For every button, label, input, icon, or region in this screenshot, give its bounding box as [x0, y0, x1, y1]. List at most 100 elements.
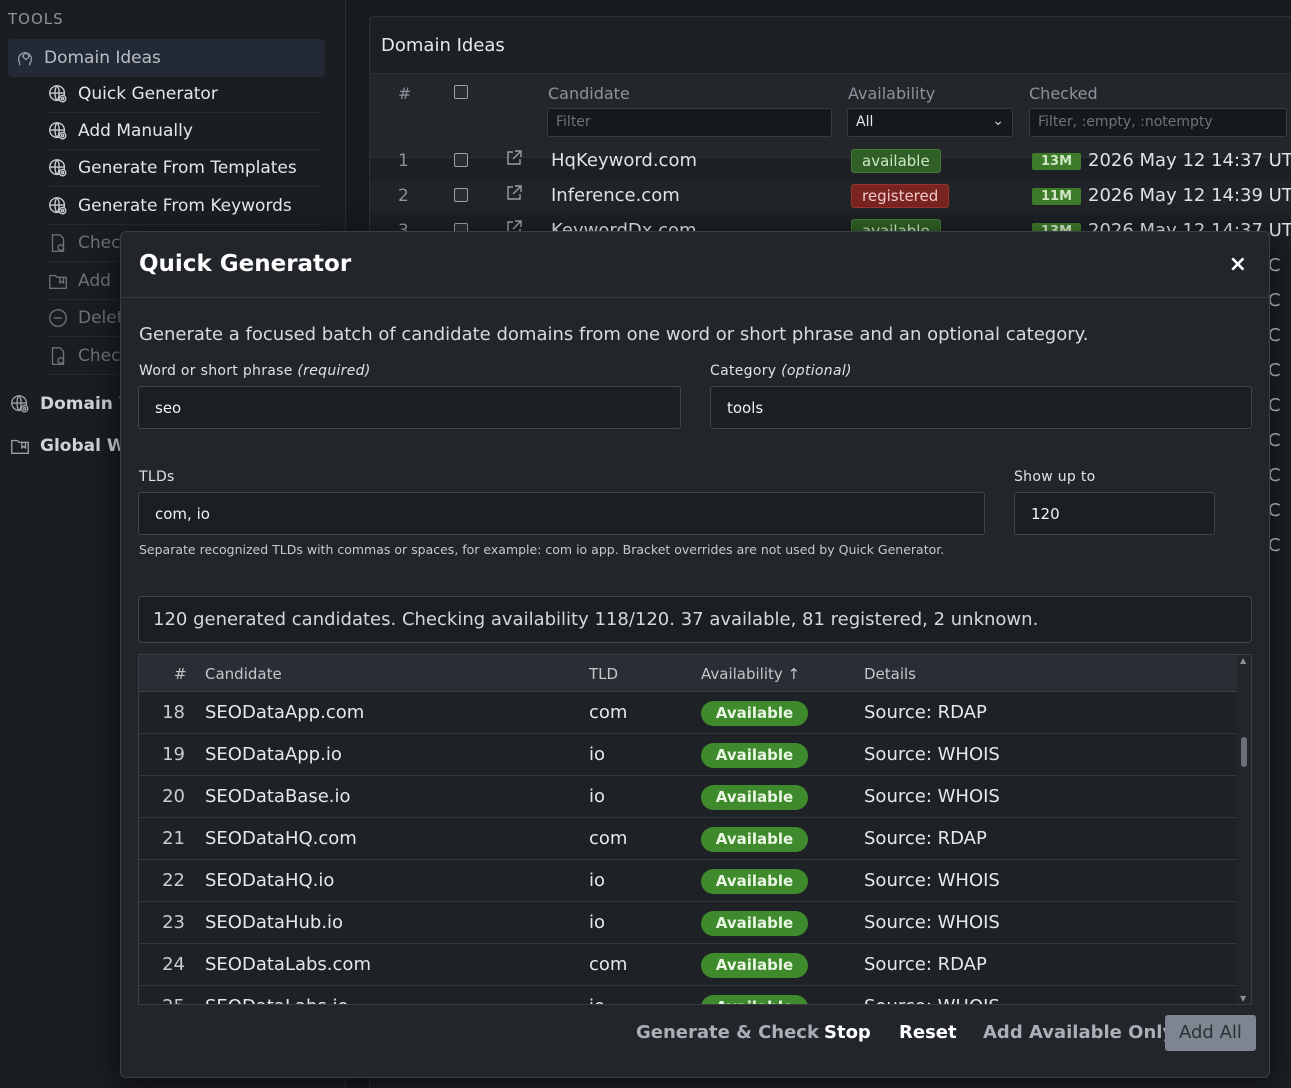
modal-title: Quick Generator — [139, 251, 352, 277]
availability-pill: Available — [701, 743, 808, 768]
availability-filter-select[interactable]: All ⌄ — [847, 108, 1013, 137]
row-details: Source: WHOIS — [864, 786, 1000, 807]
age-badge: 13M — [1032, 153, 1082, 170]
folder-bookmark-icon — [46, 269, 70, 293]
row-num: 23 — [162, 912, 185, 933]
row-domain: Inference.com — [551, 185, 680, 206]
sidebar-section-title: TOOLS — [8, 10, 64, 28]
scrollbar-thumb[interactable] — [1241, 737, 1247, 767]
row-num: 1 — [398, 151, 409, 171]
availability-pill: Available — [701, 953, 808, 978]
category-input[interactable] — [710, 386, 1252, 429]
show-up-to-label: Show up to — [1014, 469, 1096, 485]
row-tld: com — [589, 954, 628, 975]
quick-generator-modal: Quick Generator × Generate a focused bat… — [120, 231, 1270, 1078]
col-availability[interactable]: Availability ↑ — [701, 665, 800, 683]
results-table: # Candidate TLD Availability ↑ Details 1… — [138, 654, 1252, 1005]
select-all-checkbox[interactable] — [454, 85, 468, 99]
show-up-to-input[interactable] — [1014, 492, 1215, 535]
row-candidate: SEODataHub.io — [205, 912, 344, 933]
table-row[interactable]: 18 SEODataApp.com com Available Source: … — [139, 692, 1237, 734]
sidebar-item-label: Quick Generator — [78, 84, 218, 104]
table-row[interactable]: 1 HqKeyword.com available 13M 2026 May 1… — [370, 144, 1291, 179]
tlds-input[interactable] — [138, 492, 985, 535]
results-table-header: # Candidate TLD Availability ↑ Details — [139, 655, 1237, 692]
row-details: Source: RDAP — [864, 954, 987, 975]
row-candidate: SEODataBase.io — [205, 786, 351, 807]
row-num: 20 — [162, 786, 185, 807]
col-candidate[interactable]: Candidate — [548, 84, 630, 103]
table-row[interactable]: 22 SEODataHQ.io io Available Source: WHO… — [139, 860, 1237, 902]
panel-title: Domain Ideas — [381, 35, 505, 56]
table-row[interactable]: 20 SEODataBase.io io Available Source: W… — [139, 776, 1237, 818]
availability-pill: Available — [701, 701, 808, 726]
row-details: Source: RDAP — [864, 702, 987, 723]
external-link-icon[interactable] — [505, 184, 523, 202]
sidebar-group-domain-ideas[interactable]: Domain Ideas — [8, 39, 325, 77]
sidebar-group-label: Domain Ideas — [44, 48, 161, 68]
row-domain: HqKeyword.com — [551, 150, 698, 171]
stop-button[interactable]: Stop — [824, 1015, 871, 1051]
availability-pill: Available — [701, 827, 808, 852]
row-num: 24 — [162, 954, 185, 975]
sidebar-item-generate-from-templates[interactable]: Generate From Templates — [46, 150, 322, 187]
table-row[interactable]: 19 SEODataApp.io io Available Source: WH… — [139, 734, 1237, 776]
availability-pill: Available — [701, 911, 808, 936]
col-candidate[interactable]: Candidate — [205, 665, 282, 683]
col-num[interactable]: # — [174, 665, 187, 683]
row-num: 18 — [162, 702, 185, 723]
generation-status: 120 generated candidates. Checking avail… — [138, 596, 1252, 643]
sidebar-item-generate-from-keywords[interactable]: Generate From Keywords — [46, 188, 322, 225]
age-badge: 11M — [1032, 188, 1082, 205]
candidate-filter-input[interactable]: Filter — [547, 108, 832, 137]
col-num: # — [398, 84, 412, 103]
table-row[interactable]: 2 Inference.com registered 11M 2026 May … — [370, 179, 1291, 214]
availability-filter-value: All — [856, 114, 874, 130]
add-all-button[interactable]: Add All — [1165, 1015, 1256, 1051]
table-row[interactable]: 21 SEODataHQ.com com Available Source: R… — [139, 818, 1237, 860]
col-checked[interactable]: Checked — [1029, 84, 1098, 103]
globe-gear-icon — [46, 119, 70, 143]
row-candidate: SEODataApp.com — [205, 702, 365, 723]
category-label: Category (optional) — [710, 363, 852, 379]
tlds-label: TLDs — [139, 469, 175, 485]
row-details: Source: WHOIS — [864, 912, 1000, 933]
reset-button[interactable]: Reset — [899, 1015, 957, 1051]
scroll-up-arrow-icon[interactable]: ▲ — [1240, 656, 1246, 665]
chevron-down-icon: ⌄ — [992, 113, 1004, 129]
word-label: Word or short phrase (required) — [139, 363, 371, 379]
row-num: 21 — [162, 828, 185, 849]
document-gear-icon — [46, 231, 70, 255]
checked-filter-input[interactable]: Filter, :empty, :notempty — [1029, 108, 1287, 137]
table-row[interactable]: 23 SEODataHub.io io Available Source: WH… — [139, 902, 1237, 944]
col-availability[interactable]: Availability — [848, 84, 935, 103]
sidebar-item-quick-generator[interactable]: Quick Generator — [46, 76, 322, 113]
col-details[interactable]: Details — [864, 665, 916, 683]
checked-timestamp: 2026 May 12 14:37 UTC — [1088, 150, 1291, 171]
modal-header: Quick Generator × — [121, 232, 1269, 298]
globe-gear-icon — [46, 156, 70, 180]
availability-pill: Available — [701, 785, 808, 810]
generate-check-button[interactable]: Generate & Check — [636, 1015, 819, 1051]
row-checkbox[interactable] — [454, 153, 468, 167]
category-qualifier: (optional) — [781, 363, 852, 379]
close-button[interactable]: × — [1229, 252, 1247, 277]
sidebar-item-global-w[interactable]: Global W — [8, 427, 126, 465]
checked-timestamp: 2026 May 12 14:39 UTC — [1088, 185, 1291, 206]
row-tld: io — [589, 786, 606, 807]
row-checkbox[interactable] — [454, 188, 468, 202]
col-tld[interactable]: TLD — [589, 665, 618, 683]
add-available-only-button[interactable]: Add Available Only — [983, 1015, 1174, 1051]
word-qualifier: (required) — [297, 363, 371, 379]
sidebar-item-domain-w[interactable]: Domain W — [8, 385, 138, 423]
sidebar-item-add-manually[interactable]: Add Manually — [46, 113, 322, 150]
sidebar-item-label: Global W — [40, 436, 126, 456]
table-row[interactable]: 24 SEODataLabs.com com Available Source:… — [139, 944, 1237, 986]
sidebar-item-label: Add — [78, 271, 111, 291]
external-link-icon[interactable] — [505, 149, 523, 167]
row-tld: com — [589, 702, 628, 723]
results-scrollbar[interactable]: ▲ ▼ — [1237, 655, 1251, 1004]
row-tld: io — [589, 912, 606, 933]
word-input[interactable] — [138, 386, 681, 429]
row-tld: com — [589, 828, 628, 849]
